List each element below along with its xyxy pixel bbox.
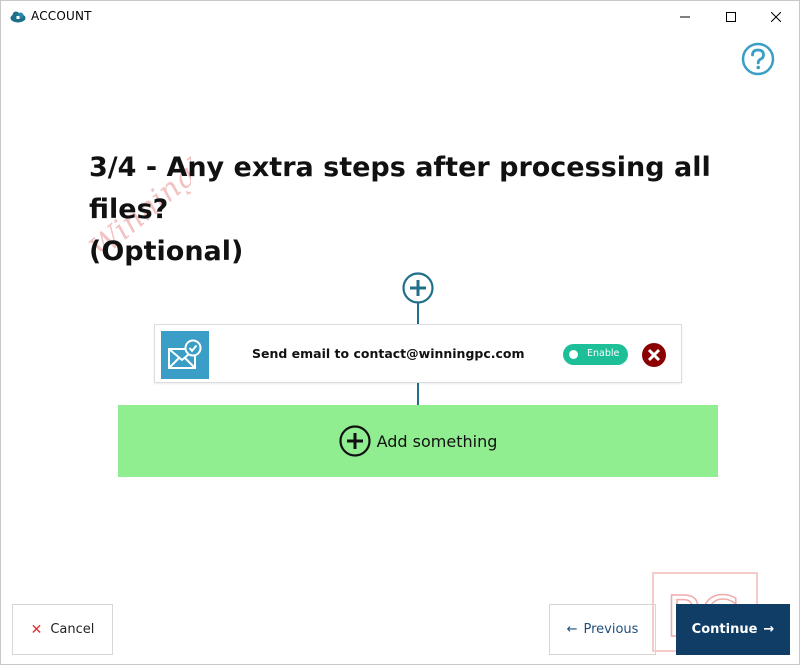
continue-button[interactable]: Continue → xyxy=(676,604,790,655)
arrow-right-icon: → xyxy=(763,622,775,637)
step-icon-box xyxy=(161,331,209,379)
add-step-plus-icon[interactable] xyxy=(402,272,434,304)
continue-label: Continue xyxy=(691,622,758,637)
step-card-send-email[interactable]: Send email to contact@winningpc.com Enab… xyxy=(154,324,682,383)
arrow-left-icon: ← xyxy=(566,622,578,637)
window-title: ACCOUNT xyxy=(31,9,92,23)
page-heading: 3/4 - Any extra steps after processing a… xyxy=(89,147,769,273)
minimize-button[interactable] xyxy=(662,1,708,32)
add-something-content: Add something xyxy=(339,425,498,457)
cancel-x-icon: ✕ xyxy=(30,621,43,638)
enable-toggle[interactable]: Enable xyxy=(563,344,628,365)
cancel-button[interactable]: ✕ Cancel xyxy=(12,604,113,655)
remove-step-icon[interactable] xyxy=(641,342,667,368)
add-something-button[interactable]: Add something xyxy=(118,405,718,477)
heading-line-1: 3/4 - Any extra steps after processing a… xyxy=(89,152,711,225)
maximize-button[interactable] xyxy=(708,1,754,32)
step-label: Send email to contact@winningpc.com xyxy=(252,346,525,361)
add-circle-icon xyxy=(339,425,371,457)
cancel-label: Cancel xyxy=(50,622,95,637)
close-button[interactable] xyxy=(753,1,799,32)
help-icon[interactable] xyxy=(741,42,775,76)
maximize-icon xyxy=(726,11,736,22)
app-cloud-icon xyxy=(10,11,26,23)
heading-line-2: (Optional) xyxy=(89,236,244,267)
flow-connector-bottom xyxy=(417,383,419,405)
minimize-icon xyxy=(680,16,690,17)
toggle-knob xyxy=(569,350,578,359)
toggle-label: Enable xyxy=(587,348,620,359)
previous-button[interactable]: ← Previous xyxy=(549,604,656,655)
app-window: ACCOUNT WinningPC 3/4 - Any extra steps … xyxy=(0,0,800,665)
title-bar: ACCOUNT xyxy=(1,1,799,32)
email-check-icon xyxy=(168,339,202,369)
previous-label: Previous xyxy=(583,622,639,637)
close-icon xyxy=(771,11,781,22)
flow-connector-top xyxy=(417,303,419,325)
add-something-label: Add something xyxy=(376,431,498,451)
